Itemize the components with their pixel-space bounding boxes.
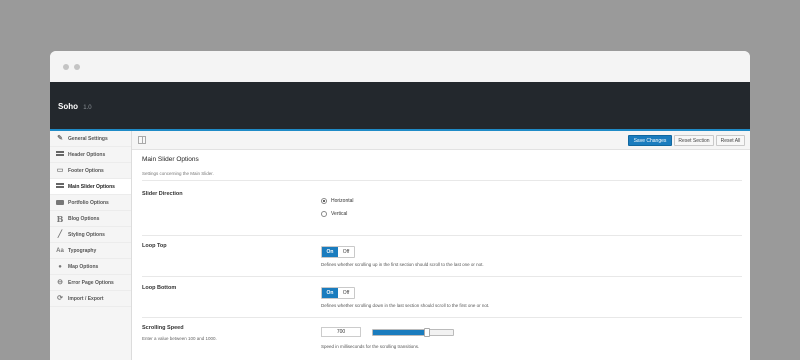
sidebar-item-label: Portfolio Options <box>68 199 109 206</box>
expand-grid-icon[interactable] <box>138 136 146 144</box>
app-header: Soho 1.0 <box>50 82 750 129</box>
sidebar-item-label: Error Page Options <box>68 279 114 286</box>
radio-label: Horizontal <box>331 198 354 204</box>
map-pin-icon <box>56 263 64 270</box>
scrolling-speed-input[interactable]: 700 <box>321 327 361 337</box>
app-title-text: Soho <box>58 102 78 111</box>
loop-bottom-toggle[interactable]: On Off <box>321 287 355 299</box>
divider <box>142 317 742 318</box>
section-description: Settings concerning the Main Slider. <box>142 171 214 176</box>
scrolling-speed-slider[interactable] <box>372 328 454 337</box>
sidebar-item-label: General Settings <box>68 135 108 142</box>
toggle-off-button[interactable]: Off <box>338 247 354 257</box>
sidebar-item-label: Styling Options <box>68 231 105 238</box>
error-icon: ⊖ <box>57 279 63 286</box>
footer-icon: ▭ <box>56 167 64 174</box>
pencil-icon: ╱ <box>57 231 63 238</box>
app-version: 1.0 <box>83 105 92 111</box>
divider <box>142 180 742 181</box>
radio-label: Vertical <box>331 211 348 217</box>
typography-icon: Aa <box>56 247 64 254</box>
section-title: Main Slider Options <box>142 156 199 163</box>
window-dot <box>74 64 80 70</box>
loop-bottom-description: Defines whether scrolling down in the la… <box>321 303 490 308</box>
toolbar: Save Changes Reset Section Reset All <box>132 131 750 150</box>
window-titlebar <box>50 51 750 82</box>
refresh-icon: ⟳ <box>57 295 63 302</box>
slider-fill <box>373 330 427 335</box>
sidebar-item-general-settings[interactable]: ✎ General Settings <box>50 131 131 147</box>
scrolling-speed-description: Speed in milliseconds for the scrolling … <box>321 344 420 349</box>
sidebar-item-label: Header Options <box>68 151 106 158</box>
main-content: Save Changes Reset Section Reset All Mai… <box>132 131 750 360</box>
app-title: Soho 1.0 <box>58 102 92 111</box>
divider <box>142 235 742 236</box>
radio-unchecked-icon <box>321 211 327 217</box>
sidebar-item-header-options[interactable]: Header Options <box>50 147 131 163</box>
loop-top-label: Loop Top <box>142 243 167 249</box>
scrolling-speed-hint: Enter a value between 100 and 1000. <box>142 336 217 341</box>
sidebar-item-label: Typography <box>68 247 97 254</box>
divider <box>142 276 742 277</box>
loop-bottom-label: Loop Bottom <box>142 285 177 291</box>
slider-icon <box>56 183 64 190</box>
loop-top-toggle[interactable]: On Off <box>321 246 355 258</box>
sidebar-item-styling-options[interactable]: ╱ Styling Options <box>50 227 131 243</box>
slider-direction-label: Slider Direction <box>142 191 183 197</box>
sidebar-item-footer-options[interactable]: ▭ Footer Options <box>50 163 131 179</box>
sidebar-item-main-slider-options[interactable]: Main Slider Options <box>50 179 131 195</box>
radio-vertical[interactable]: Vertical <box>321 211 347 217</box>
loop-top-description: Defines whether scrolling up in the firs… <box>321 262 484 267</box>
reset-section-button[interactable]: Reset Section <box>674 135 714 146</box>
bold-b-icon: B <box>56 213 64 224</box>
scrolling-speed-label: Scrolling Speed <box>142 325 184 331</box>
sidebar: ✎ General Settings Header Options ▭ Foot… <box>50 131 132 360</box>
folder-icon <box>56 200 64 205</box>
toggle-on-button[interactable]: On <box>322 288 338 298</box>
sidebar-item-import-export[interactable]: ⟳ Import / Export <box>50 291 131 307</box>
sidebar-item-label: Footer Options <box>68 167 104 174</box>
save-changes-button[interactable]: Save Changes <box>628 135 672 146</box>
options-panel: ✎ General Settings Header Options ▭ Foot… <box>50 131 750 360</box>
sidebar-item-typography[interactable]: Aa Typography <box>50 243 131 259</box>
sidebar-item-label: Import / Export <box>68 295 104 302</box>
sidebar-item-label: Blog Options <box>68 215 100 222</box>
sidebar-item-map-options[interactable]: Map Options <box>50 259 131 275</box>
sidebar-item-label: Main Slider Options <box>68 183 115 190</box>
window-dot <box>63 64 69 70</box>
browser-window: Soho 1.0 ✎ General Settings Header Optio… <box>50 51 750 360</box>
sidebar-item-portfolio-options[interactable]: Portfolio Options <box>50 195 131 211</box>
radio-horizontal[interactable]: Horizontal <box>321 198 354 204</box>
slider-handle[interactable] <box>423 328 430 337</box>
sidebar-item-error-page-options[interactable]: ⊖ Error Page Options <box>50 275 131 291</box>
toggle-off-button[interactable]: Off <box>338 288 354 298</box>
wrench-icon: ✎ <box>57 135 63 142</box>
radio-checked-icon <box>321 198 327 204</box>
reset-all-button[interactable]: Reset All <box>716 135 745 146</box>
toggle-on-button[interactable]: On <box>322 247 338 257</box>
sidebar-item-label: Map Options <box>68 263 99 270</box>
header-icon <box>56 151 64 158</box>
sidebar-item-blog-options[interactable]: B Blog Options <box>50 211 131 227</box>
